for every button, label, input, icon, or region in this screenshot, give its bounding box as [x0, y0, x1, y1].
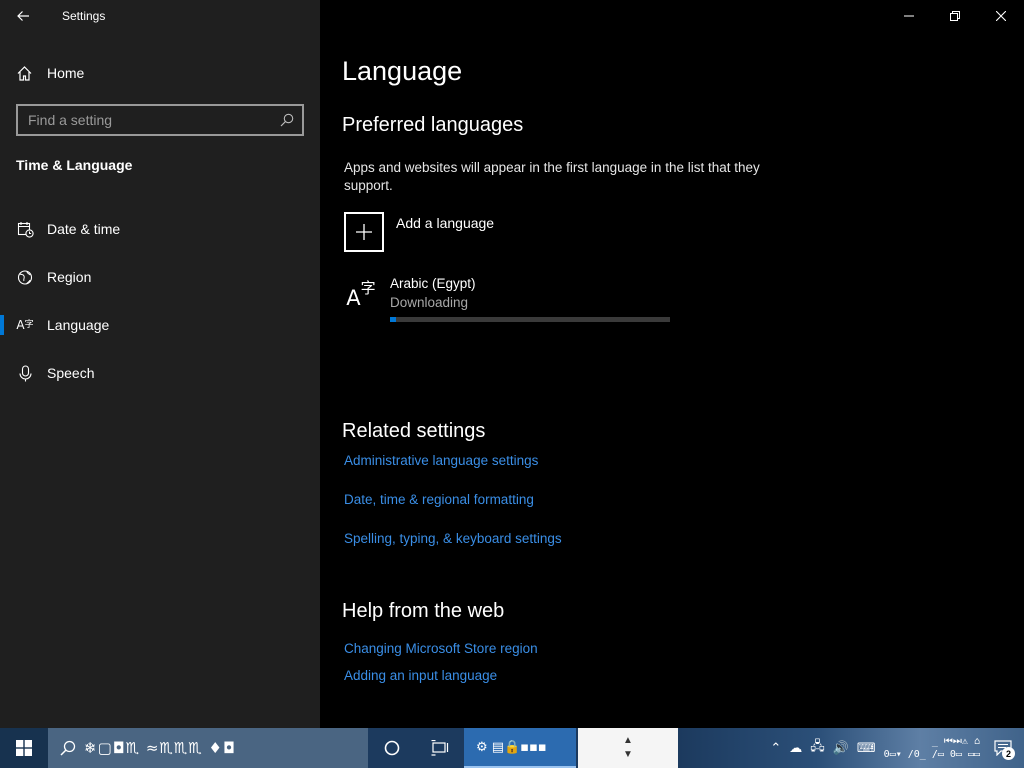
spelling-typing-keyboard-settings-link[interactable]: Spelling, typing, & keyboard settings	[344, 531, 562, 546]
taskbar: ❄▢◘♏ ≈♏♏♏ ♦◘ ⚙ ▤🔒▪▪▪ ▲ ▼ ⌃ ☁ 🖧 🔊 ⌨ _ ⏮⏭⚠…	[0, 728, 1024, 768]
sidebar-item-label: Language	[47, 317, 110, 333]
sidebar-item-label: Date & time	[47, 221, 121, 237]
region-globe-icon	[16, 268, 34, 286]
language-icon: A字	[346, 278, 376, 310]
date-time-regional-formatting-link[interactable]: Date, time & regional formatting	[344, 492, 534, 507]
changing-store-region-link[interactable]: Changing Microsoft Store region	[344, 641, 538, 656]
sidebar-item-label: Speech	[47, 365, 95, 381]
taskbar-search-text: ❄▢◘♏ ≈♏♏♏ ♦◘	[84, 739, 236, 757]
close-button[interactable]	[978, 0, 1024, 32]
home-icon	[17, 65, 32, 81]
notification-count-badge: 2	[1002, 747, 1015, 760]
add-box	[344, 212, 384, 252]
network-icon[interactable]: 🖧	[810, 737, 825, 759]
sidebar: Settings Home Time & Language Date & ti	[0, 0, 320, 728]
back-arrow-icon	[17, 11, 29, 21]
start-button[interactable]	[0, 728, 48, 768]
sidebar-item-date-time[interactable]: Date & time	[0, 205, 320, 253]
related-settings-heading: Related settings	[342, 420, 486, 442]
taskbar-search-box[interactable]: ❄▢◘♏ ≈♏♏♏ ♦◘	[48, 728, 368, 768]
sidebar-item-language[interactable]: A字 Language	[0, 301, 320, 349]
preferred-languages-description: Apps and websites will appear in the fir…	[344, 160, 760, 193]
volume-icon[interactable]: 🔊	[833, 741, 849, 756]
search-icon	[60, 740, 76, 756]
find-setting-box[interactable]	[16, 104, 304, 136]
search-icon[interactable]	[280, 113, 294, 127]
language-name: Arabic (Egypt)	[390, 276, 476, 291]
taskbar-settings-app[interactable]: ⚙ ▤🔒▪▪▪	[464, 728, 576, 768]
main-content: Language Preferred languages Apps and we…	[320, 0, 1024, 728]
sidebar-nav: Date & time Region A字 Language Speech	[0, 205, 320, 397]
date-time-icon	[16, 220, 34, 238]
add-language-button[interactable]: Add a language	[344, 212, 494, 252]
microphone-icon	[16, 364, 34, 382]
adding-input-language-link[interactable]: Adding an input language	[344, 668, 497, 683]
restore-button[interactable]	[932, 0, 978, 32]
clock[interactable]: _ ⏮⏭⚠ ⌂ 0▭▾ /0_ /▭ 0▭ ▭▭	[884, 735, 980, 761]
keyboard-icon[interactable]: ⌨	[857, 741, 876, 756]
find-setting-input[interactable]	[28, 112, 280, 128]
minimize-button[interactable]	[886, 0, 932, 32]
chevron-up-icon[interactable]: ▲	[623, 734, 633, 748]
restore-icon	[950, 11, 960, 21]
task-view-icon	[431, 740, 449, 756]
close-icon	[996, 11, 1006, 21]
preferred-languages-heading: Preferred languages	[342, 114, 524, 136]
page-title: Language	[342, 56, 463, 86]
clock-line-2: 0▭▾ /0_ /▭ 0▭ ▭▭	[883, 749, 980, 760]
system-tray: ⌃ ☁ 🖧 🔊 ⌨ _ ⏮⏭⚠ ⌂ 0▭▾ /0_ /▭ 0▭ ▭▭ 2	[678, 728, 1024, 768]
minimize-icon	[904, 15, 914, 17]
sidebar-item-speech[interactable]: Speech	[0, 349, 320, 397]
home-label: Home	[47, 65, 85, 81]
onedrive-cloud-icon[interactable]: ☁	[789, 741, 802, 756]
progress-fill	[390, 317, 396, 322]
window-controls	[886, 0, 1024, 32]
administrative-language-settings-link[interactable]: Administrative language settings	[344, 453, 538, 468]
title-bar: Settings	[0, 0, 320, 32]
windows-logo-icon	[16, 740, 32, 756]
app-title: Settings	[62, 9, 106, 23]
language-list-item[interactable]: A字 Arabic (Egypt) Downloading	[344, 272, 674, 328]
chevron-down-icon[interactable]: ▼	[623, 748, 633, 762]
home-nav-item[interactable]: Home	[16, 58, 84, 88]
download-progress-bar	[390, 317, 670, 322]
add-language-label: Add a language	[396, 215, 495, 231]
show-hidden-icons-chevron-icon[interactable]: ⌃	[770, 741, 781, 756]
language-details: Arabic (Egypt) Downloading	[390, 272, 670, 328]
task-view-button[interactable]	[416, 728, 464, 768]
plus-icon	[356, 224, 372, 240]
sidebar-item-label: Region	[47, 269, 92, 285]
cortana-circle-icon	[384, 740, 400, 756]
taskbar-scroll-control[interactable]: ▲ ▼	[578, 728, 678, 768]
taskbar-settings-text: ⚙ ▤🔒▪▪▪	[476, 739, 547, 755]
clock-line-1: _ ⏮⏭⚠ ⌂	[931, 736, 980, 747]
language-status: Downloading	[390, 295, 469, 310]
back-button[interactable]	[0, 0, 46, 32]
action-center-button[interactable]: 2	[988, 733, 1018, 763]
help-from-web-heading: Help from the web	[342, 600, 505, 622]
language-icon: A字	[16, 318, 34, 332]
sidebar-item-region[interactable]: Region	[0, 253, 320, 301]
section-title: Time & Language	[16, 157, 133, 173]
cortana-button[interactable]	[368, 728, 416, 768]
